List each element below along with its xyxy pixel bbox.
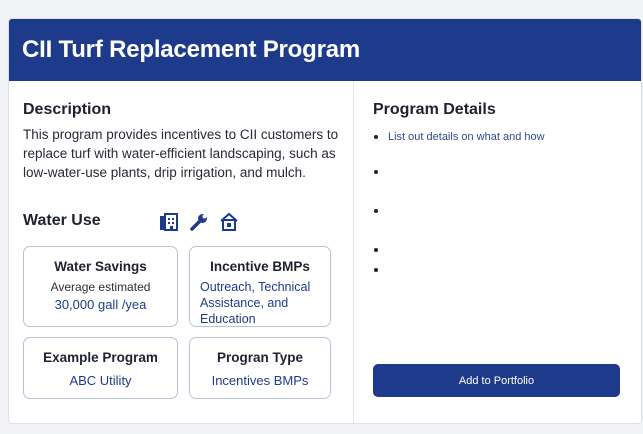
program-card: CII Turf Replacement Program Description…: [8, 18, 642, 424]
home-icon: [219, 212, 239, 232]
water-savings-title: Water Savings: [54, 259, 147, 274]
water-use-heading: Water Use: [23, 212, 101, 229]
incentive-bmps-line-2: Assistance, and: [200, 296, 289, 310]
description-heading: Description: [23, 101, 112, 118]
water-use-icons: [159, 212, 239, 232]
program-type-value: Incentives BMPs: [211, 373, 309, 388]
bullet-dot: [374, 135, 378, 140]
water-savings-value: 30,000 gall /yea: [54, 297, 147, 312]
list-item-text: List out details on what and how: [388, 131, 545, 143]
incentive-bmps-title: Incentive BMPs: [210, 259, 310, 274]
list-item: [374, 244, 388, 256]
building-icon: [159, 212, 179, 232]
header-bar: CII Turf Replacement Program: [9, 19, 641, 81]
water-savings-label: Average estimated: [50, 280, 151, 294]
incentive-bmps-line-1: Outreach, Technical: [200, 280, 311, 294]
list-item: List out details on what and how: [374, 131, 545, 143]
list-item: [374, 264, 388, 276]
add-to-portfolio-button[interactable]: Add to Portfolio: [373, 364, 620, 397]
page-title: CII Turf Replacement Program: [22, 36, 361, 63]
program-type-tile: Progran Type Incentives BMPs: [189, 337, 331, 399]
description-text: This program provides incentives to CII …: [23, 127, 339, 180]
bullet-dot: [374, 268, 378, 273]
list-item: [374, 205, 388, 217]
list-item: [374, 166, 388, 178]
bullet-dot: [374, 209, 378, 214]
program-type-title: Progran Type: [216, 350, 304, 365]
example-program-value: ABC Utility: [69, 373, 132, 388]
water-savings-tile: Water Savings Average estimated 30,000 g…: [23, 246, 178, 327]
bullet-dot: [374, 248, 378, 253]
incentive-bmps-line-3: Education: [200, 312, 256, 326]
program-details-heading: Program Details: [373, 101, 496, 118]
example-program-tile: Example Program ABC Utility: [23, 337, 178, 399]
wrench-icon: [189, 212, 209, 232]
incentive-bmps-tile: Incentive BMPs Outreach, Technical Assis…: [189, 246, 331, 327]
bullet-dot: [374, 170, 378, 175]
example-program-title: Example Program: [43, 350, 158, 365]
